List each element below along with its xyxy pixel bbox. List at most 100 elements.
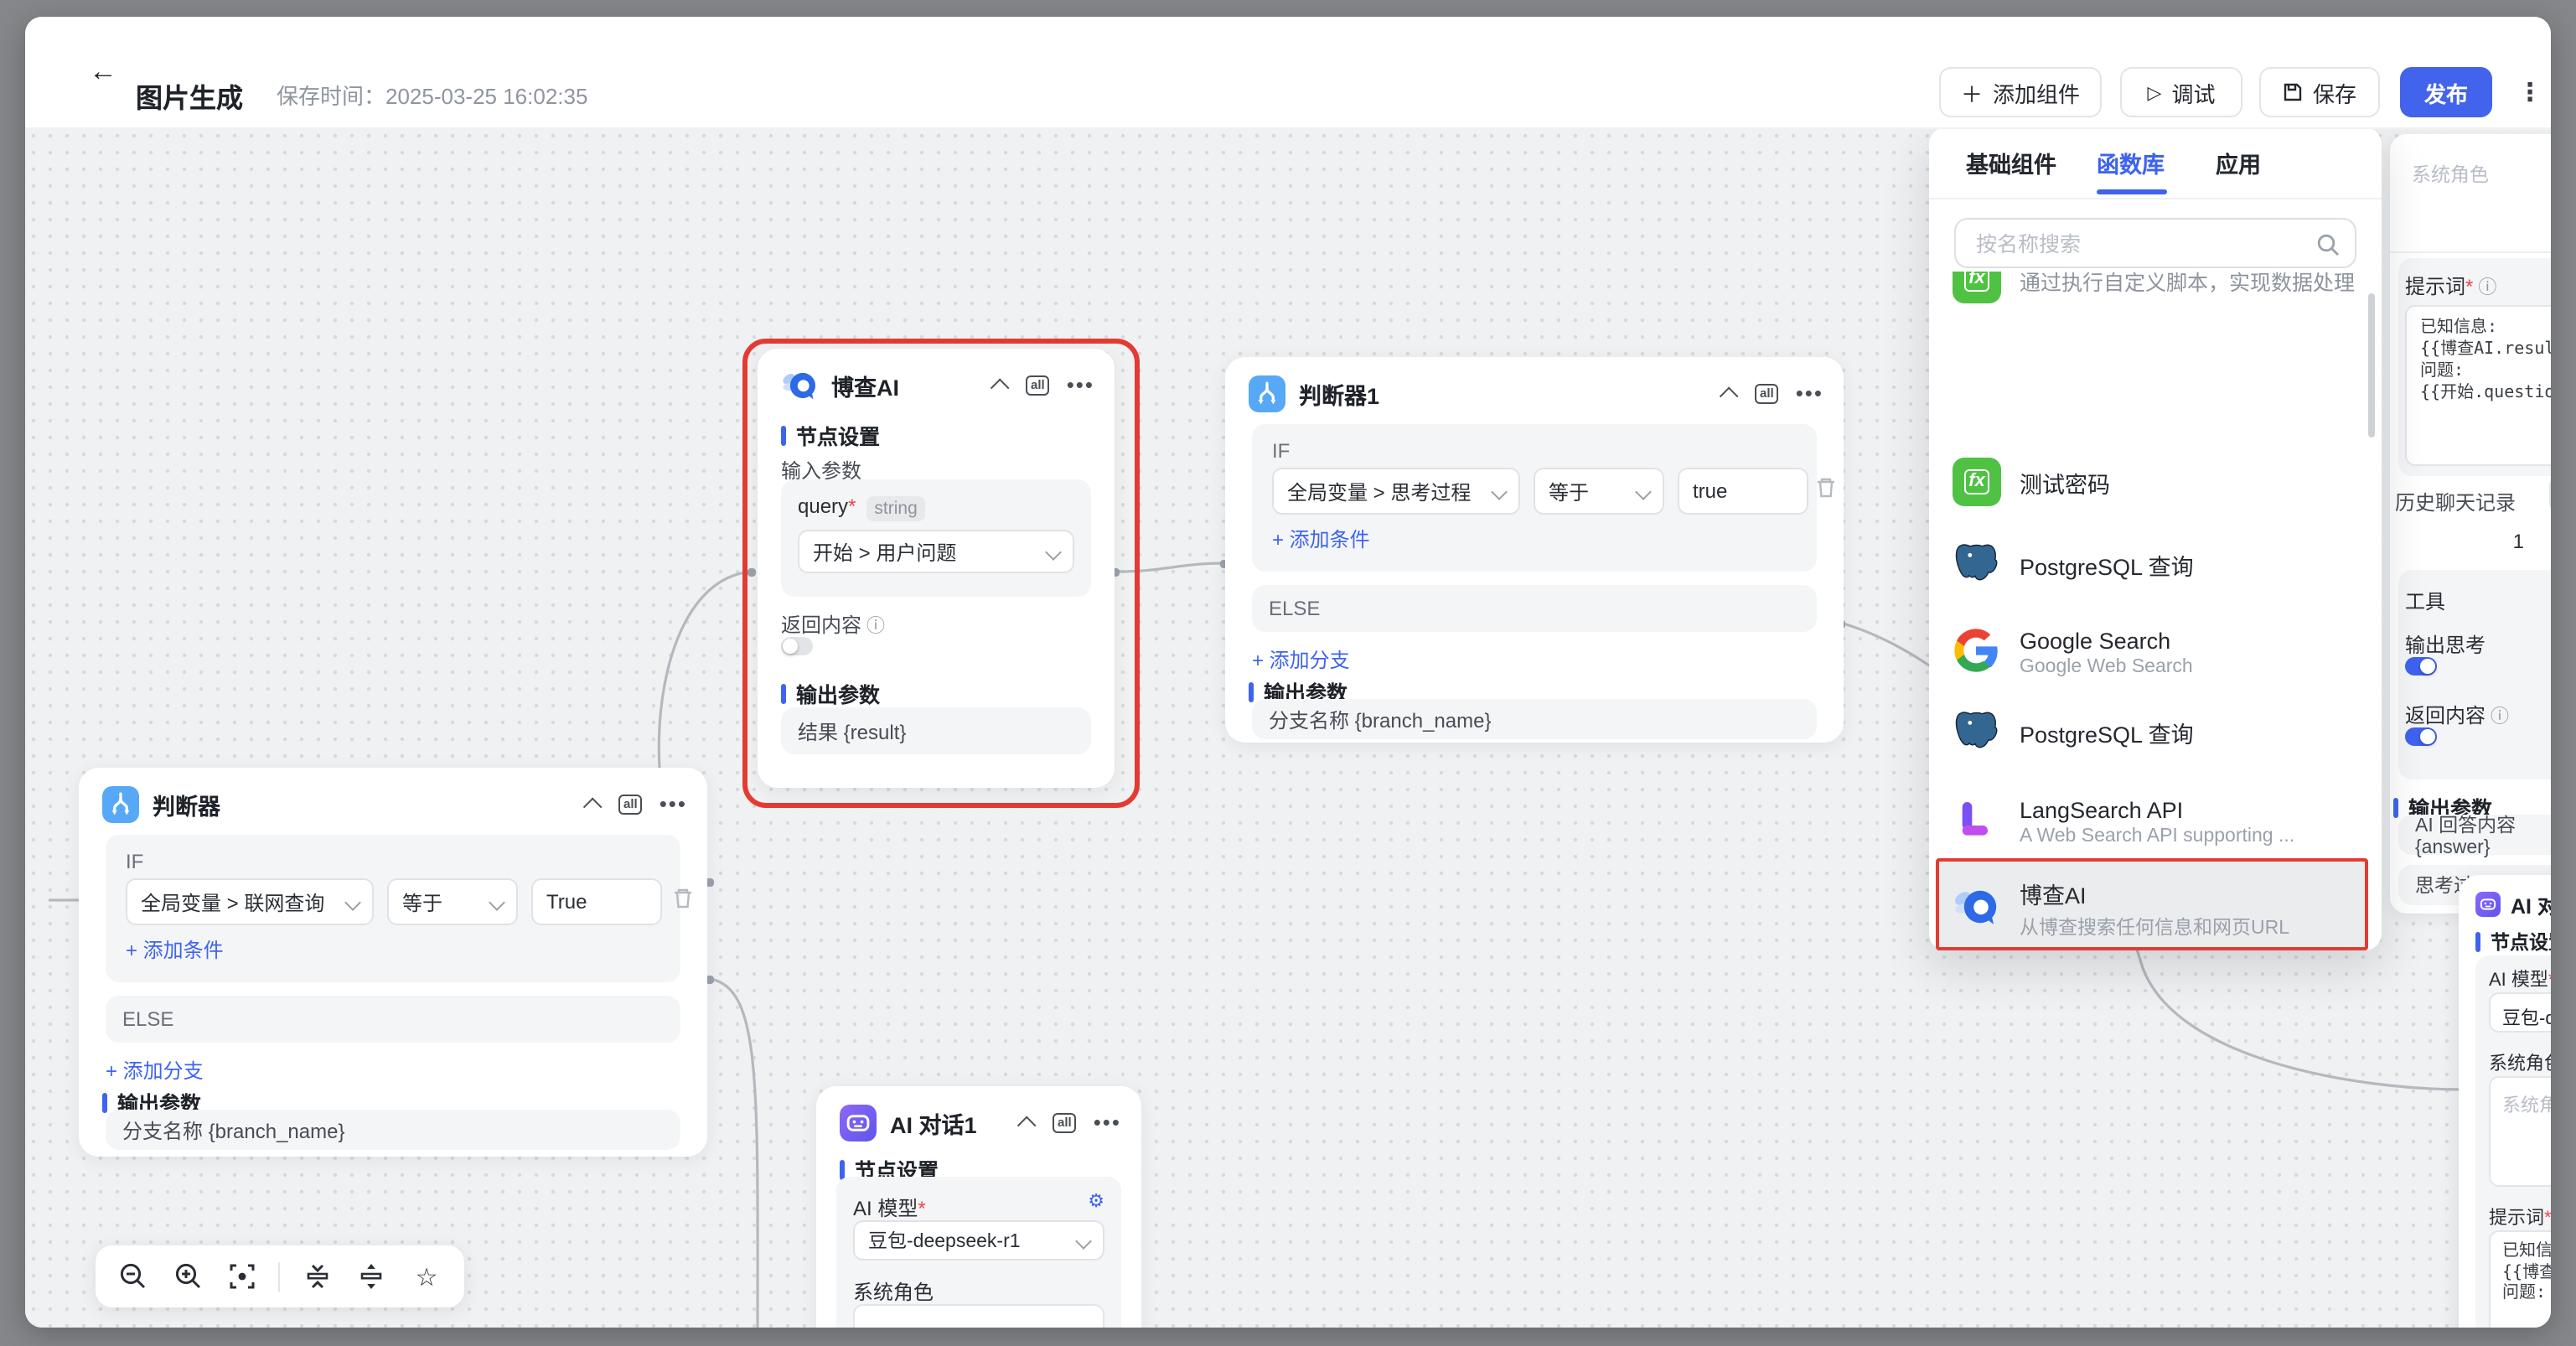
node-title: 判断器1 [1299,377,1725,411]
port[interactable] [747,568,756,577]
node-ai-chat1[interactable]: AI 对话1 all ••• 节点设置 AI 模型* ⚙ 豆包-deepseek… [816,1086,1141,1328]
gear-icon[interactable]: ⚙ [1088,1190,1104,1212]
return-toggle[interactable] [781,637,813,655]
role-textarea[interactable]: 系统角色 [2390,134,2551,253]
branch-row: 分支名称 {branch_name} [106,1110,680,1150]
history-label: 历史聊天记录 [2395,488,2516,516]
section-bar [2393,797,2398,817]
if-group: IF 全局变量 > 联网查询 等于 True + 添加条件 [106,835,680,982]
trash-icon[interactable] [672,887,694,910]
section-bar [1249,681,1254,701]
tab-apps[interactable]: 应用 [2216,146,2261,179]
node-title: 判断器 [153,788,588,821]
add-condition-link[interactable]: + 添加条件 [1272,525,1370,553]
role-label: 系统角色 [853,1277,934,1306]
panel-all-icon[interactable]: all [1755,385,1779,404]
top-bar: ← 图片生成 保存时间：2025-03-25 16:02:35 ＋添加组件 ▷调… [25,17,2551,129]
condition-left-select[interactable]: 全局变量 > 思考过程 [1272,468,1520,515]
condition-value-input[interactable]: true [1678,468,1808,515]
query-select[interactable]: 开始 > 用户问题 [798,530,1074,573]
condition-op-select[interactable]: 等于 [1534,468,1664,515]
required-mark: * [848,494,856,518]
model-select[interactable]: 豆包-dee [2489,992,2551,1033]
node-bocha-ai[interactable]: 博查AI all ••• 节点设置 输入参数 query*string 开始 >… [758,349,1115,788]
return-toggle[interactable] [2405,727,2437,746]
page-title: 图片生成 [136,75,243,116]
zoom-out-icon[interactable] [115,1258,152,1295]
prompt-textarea[interactable]: 已知信息{{博查A问题: [2489,1230,2551,1328]
section-title: 节点设置 [796,419,880,451]
panel-all-icon[interactable]: all [618,795,643,815]
add-condition-link[interactable]: + 添加条件 [126,935,224,964]
publish-button[interactable]: 发布 [2400,67,2492,117]
fx-icon: fx [1953,272,2001,303]
branch-icon [1249,375,1285,412]
add-branch-link[interactable]: + 添加分支 [106,1056,204,1085]
model-select[interactable]: 豆包-deepseek-r1 [853,1220,1104,1261]
tab-basic-components[interactable]: 基础组件 [1966,146,2056,179]
more-menu-icon[interactable]: ⋮ [2517,77,2542,107]
section-bar [781,425,786,445]
search-icon [2316,233,2340,256]
floppy-icon [2283,82,2303,102]
list-item[interactable]: fx 测试密码 [1929,446,2382,520]
add-branch-link[interactable]: + 添加分支 [1252,645,1350,674]
save-button[interactable]: 保存 [2259,67,2380,117]
beautify-star-icon[interactable]: ☆ [408,1258,445,1295]
branch-row: 分支名称 {branch_name} [1252,699,1817,739]
panel-all-icon[interactable]: all [1053,1114,1077,1133]
chevron-down-icon [344,893,361,910]
list-item[interactable]: Google SearchGoogle Web Search [1929,610,2382,694]
trash-icon[interactable] [1815,476,1837,500]
canvas-toolbar: ☆ [96,1245,464,1307]
postgresql-icon [1953,707,2001,756]
add-component-button[interactable]: ＋添加组件 [1939,67,2102,117]
list-item[interactable]: PostgreSQL 查询 [1929,694,2382,771]
think-toggle[interactable] [2405,657,2437,676]
debug-button[interactable]: ▷调试 [2120,67,2242,117]
section-bar [781,683,786,703]
panel-all-icon[interactable]: all [1026,376,1050,396]
save-time: 保存时间：2025-03-25 16:02:35 [277,79,587,111]
prompt-textarea[interactable]: 已知信息: {{博查AI.result}} 问题: {{开始.question}… [2405,305,2551,466]
divider [279,1261,281,1292]
result-row: 结果 {result} [781,707,1091,754]
model-label: AI 模型 [853,1197,918,1220]
condition-value-input[interactable]: True [531,878,662,925]
active-tab-underline [2097,189,2167,194]
info-icon: ⓘ [866,617,885,637]
prompt-label: 提示词 [2405,275,2465,298]
divider [1929,198,2382,199]
role-textarea[interactable]: 系统角色 [2489,1076,2551,1187]
node-judge1[interactable]: 判断器1 all ••• IF 全局变量 > 思考过程 等于 true + 添加… [1225,357,1844,743]
list-item[interactable]: PostgreSQL 查询 [1929,526,2382,603]
node-title: AI 对话1 [890,1106,1022,1140]
scrollbar[interactable] [2368,293,2375,437]
node-ai-chat[interactable]: AI 对话 节点设置 AI 模型* 豆包-dee 系统角色 系统角色 提示词*ⓘ… [2459,875,2551,1328]
zoom-in-icon[interactable] [169,1258,206,1295]
component-library-popup: 基础组件 函数库 应用 fx 通过执行自定义脚本，实现数据处理 fx 测试密码 … [1929,127,2382,950]
history-input[interactable] [2549,476,2551,513]
align-compress-vertical-icon[interactable] [298,1258,335,1295]
tab-function-library[interactable]: 函数库 [2097,146,2165,179]
role-textarea[interactable]: 系统角色 [853,1304,1104,1328]
fit-view-icon[interactable] [225,1258,261,1295]
list-item[interactable]: LangSearch APIA Web Search API supportin… [1929,779,2382,863]
condition-op-select[interactable]: 等于 [387,878,518,925]
search-box[interactable] [1954,218,2356,268]
component-list: fx 通过执行自定义脚本，实现数据处理 fx 测试密码 PostgreSQL 查… [1929,272,2382,950]
node-judge[interactable]: 判断器 all ••• IF 全局变量 > 联网查询 等于 True + 添加条… [79,768,707,1157]
param-name: query [798,494,848,518]
postgresql-icon [1953,540,2001,588]
node-title: 博查AI [831,369,996,402]
list-item[interactable]: fx 通过执行自定义脚本，实现数据处理 [1929,272,2382,322]
list-item-bocha-ai[interactable]: 博查AI从博查搜索任何信息和网页URL [1929,867,2382,950]
app: 博查AI all ••• 节点设置 输入参数 query*string 开始 >… [0,0,2576,1346]
info-icon: ⓘ [2478,278,2496,298]
align-expand-vertical-icon[interactable] [354,1258,391,1295]
condition-left-select[interactable]: 全局变量 > 联网查询 [126,878,374,925]
langsearch-icon [1953,796,2001,845]
else-row: ELSE [106,996,680,1043]
search-input[interactable] [1973,220,2306,270]
fx-icon: fx [1953,458,2001,506]
